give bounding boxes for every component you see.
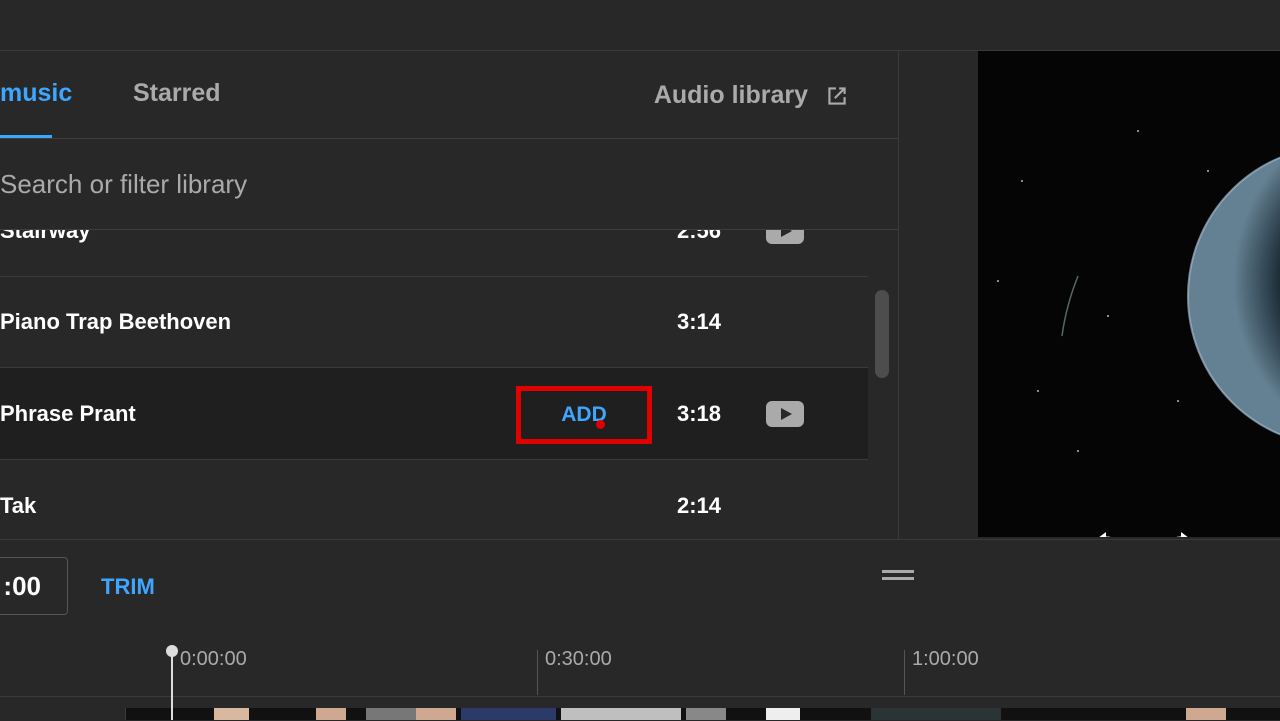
ruler-tick — [537, 650, 538, 695]
forward-10-icon[interactable]: 10 — [1163, 529, 1199, 537]
top-bar — [0, 0, 1280, 51]
tab-music[interactable]: music — [0, 79, 72, 108]
rewind-10-icon[interactable]: 10 — [1088, 529, 1124, 537]
timeline-ruler[interactable]: 0:00:00 0:30:00 1:00:00 — [0, 640, 1280, 697]
cursor-marker — [596, 420, 605, 429]
external-link-icon — [828, 86, 846, 105]
film-frame — [366, 708, 416, 720]
preview-play-icon[interactable] — [766, 401, 804, 427]
drag-handle-icon[interactable] — [882, 570, 914, 582]
track-title: Tak — [0, 493, 37, 518]
film-frame — [316, 708, 346, 720]
volume-icon[interactable] — [1240, 529, 1280, 537]
track-row[interactable]: Piano Trap Beethoven 3:14 — [0, 276, 868, 368]
tab-starred[interactable]: Starred — [133, 79, 221, 108]
video-preview: 10 10 — [978, 51, 1280, 537]
ruler-label: 0:00:00 — [180, 648, 247, 670]
track-duration: 2:56 — [677, 230, 722, 243]
film-frame — [871, 708, 1001, 720]
search-box — [0, 139, 898, 230]
playhead[interactable] — [171, 648, 173, 720]
audio-panel: music Starred Audio library Stairway 2:5… — [0, 51, 899, 539]
track-title: Stairway — [0, 230, 91, 243]
track-row-hovered[interactable]: Phrase Prant ADD 3:18 — [0, 368, 868, 460]
play-icon[interactable] — [1020, 529, 1046, 537]
film-frame — [766, 708, 800, 720]
track-duration: 3:18 — [677, 401, 722, 426]
list-scrollbar[interactable] — [875, 290, 889, 378]
playhead-handle[interactable] — [166, 645, 178, 657]
track-duration: 2:14 — [677, 493, 722, 518]
film-frame — [214, 708, 249, 720]
film-frame — [561, 708, 681, 720]
track-row[interactable]: Tak 2:14 — [0, 460, 868, 540]
track-title: Phrase Prant — [0, 401, 136, 426]
track-list: Stairway 2:56 Piano Trap Beethoven 3:14 … — [0, 230, 868, 540]
track-title: Piano Trap Beethoven — [0, 309, 232, 334]
film-frame — [1186, 708, 1226, 720]
trim-button[interactable]: TRIM — [101, 574, 155, 600]
film-frame — [416, 708, 456, 720]
globe-image — [997, 130, 1280, 452]
add-track-button[interactable]: ADD — [516, 386, 652, 444]
audio-library-link[interactable]: Audio library — [654, 81, 850, 110]
film-frame — [686, 708, 726, 720]
track-row[interactable]: Stairway 2:56 — [0, 230, 868, 277]
ruler-tick — [904, 650, 905, 695]
ruler-label: 1:00:00 — [912, 648, 979, 670]
film-frame — [461, 708, 556, 720]
track-duration: 3:14 — [677, 309, 722, 334]
preview-play-icon[interactable] — [766, 230, 804, 244]
ruler-label: 0:30:00 — [545, 648, 612, 670]
search-input[interactable] — [0, 139, 860, 229]
audio-library-label: Audio library — [653, 81, 808, 109]
video-filmstrip[interactable] — [125, 708, 1280, 720]
time-input[interactable]: :00 — [0, 557, 68, 615]
